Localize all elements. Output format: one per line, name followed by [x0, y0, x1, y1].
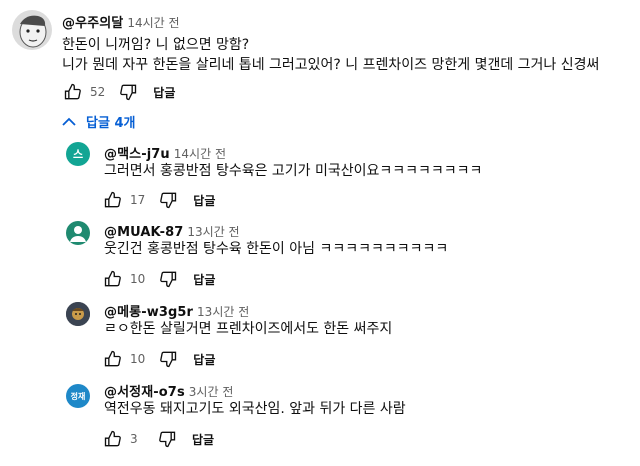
reply-comment: @MUAK-87 13시간 전 웃긴건 홍콩반점 탕수육 한돈이 아님 ㅋㅋㅋㅋㅋ…: [0, 216, 640, 296]
thumbs-up-icon[interactable]: [62, 81, 84, 103]
reply-time[interactable]: 13시간 전: [197, 305, 249, 319]
thumbs-up-icon[interactable]: [102, 348, 124, 370]
reply-comment: 정재 @서정재-o7s 3시간 전 역전우동 돼지고기도 외국산임. 앞과 뒤가 …: [0, 376, 640, 462]
like-count: 3: [130, 432, 138, 446]
reply-actions: 10 답글: [102, 347, 215, 371]
reply-actions: 3 답글: [102, 427, 214, 451]
chevron-up-icon: [62, 112, 76, 131]
like-count: 52: [90, 85, 106, 99]
replies-toggle-button[interactable]: 답글 4개: [62, 112, 135, 131]
reply-actions: 10 답글: [102, 267, 215, 291]
reply-comment: @메롱-w3g5r 13시간 전 ㄹㅇ한돈 살릴거면 프렌차이즈에서도 한돈 써주…: [0, 296, 640, 376]
reply-author[interactable]: @맥스-j7u: [104, 147, 170, 162]
reply-text: 웃긴건 홍콩반점 탕수육 한돈이 아님 ㅋㅋㅋㅋㅋㅋㅋㅋㅋㅋ: [104, 241, 449, 257]
reply-text: ㄹㅇ한돈 살릴거면 프렌차이즈에서도 한돈 써주지: [104, 321, 393, 337]
reply-author[interactable]: @MUAK-87: [104, 225, 183, 240]
person-icon: [70, 226, 86, 242]
reply-author[interactable]: @서정재-o7s: [104, 385, 185, 400]
comment-text-line-2: 니가 뭔데 자꾸 한돈을 살리네 톱네 그러고있어? 니 프렌차이즈 망한게 몇…: [62, 57, 600, 73]
comment-actions: 52 답글: [62, 80, 175, 104]
reply-time[interactable]: 3시간 전: [189, 385, 234, 399]
like-count: 17: [130, 193, 146, 207]
reply-button[interactable]: 답글: [153, 84, 175, 101]
thumbs-down-icon[interactable]: [157, 268, 179, 290]
reply-text: 역전우동 돼지고기도 외국산임. 앞과 뒤가 다른 사람: [104, 401, 406, 417]
reply-button[interactable]: 답글: [193, 351, 215, 368]
thumbs-down-icon[interactable]: [117, 81, 139, 103]
reply-comment: 스 @맥스-j7u 14시간 전 그러면서 홍콩반점 탕수육은 고기가 미국산이요…: [0, 136, 640, 216]
like-count: 10: [130, 272, 146, 286]
thumbs-down-icon[interactable]: [157, 189, 179, 211]
thumbs-down-icon[interactable]: [156, 428, 178, 450]
thumbs-down-icon[interactable]: [157, 348, 179, 370]
reply-actions: 17 답글: [102, 188, 215, 212]
comment-time[interactable]: 14시간 전: [127, 16, 179, 30]
thumbs-up-icon[interactable]: [102, 189, 124, 211]
reply-time[interactable]: 14시간 전: [174, 147, 226, 161]
reply-button[interactable]: 답글: [193, 271, 215, 288]
cartoon-face-avatar[interactable]: [12, 10, 52, 50]
reply-button[interactable]: 답글: [192, 431, 214, 448]
avatar-letter: 정재: [70, 391, 86, 401]
reply-author[interactable]: @메롱-w3g5r: [104, 305, 193, 320]
thumbs-up-icon[interactable]: [102, 428, 124, 450]
avatar-letter: 스: [72, 148, 84, 161]
comment-text-line-1: 한돈이 니꺼임? 니 없으면 망함?: [62, 37, 250, 53]
replies-toggle-label: 답글 4개: [86, 116, 136, 131]
reply-text: 그러면서 홍콩반점 탕수육은 고기가 미국산이요ㅋㅋㅋㅋㅋㅋㅋㅋ: [104, 163, 483, 179]
character-avatar: [66, 302, 90, 326]
like-count: 10: [130, 352, 146, 366]
avatar[interactable]: 스: [66, 142, 90, 166]
comment-author[interactable]: @우주의달: [62, 16, 123, 31]
thumbs-up-icon[interactable]: [102, 268, 124, 290]
avatar[interactable]: 정재: [66, 384, 90, 408]
avatar[interactable]: [66, 302, 90, 326]
main-comment: @우주의달 14시간 전 한돈이 니꺼임? 니 없으면 망함? 니가 뭔데 자꾸 …: [0, 0, 640, 110]
reply-time[interactable]: 13시간 전: [187, 225, 239, 239]
reply-button[interactable]: 답글: [193, 192, 215, 209]
avatar[interactable]: [66, 221, 90, 245]
